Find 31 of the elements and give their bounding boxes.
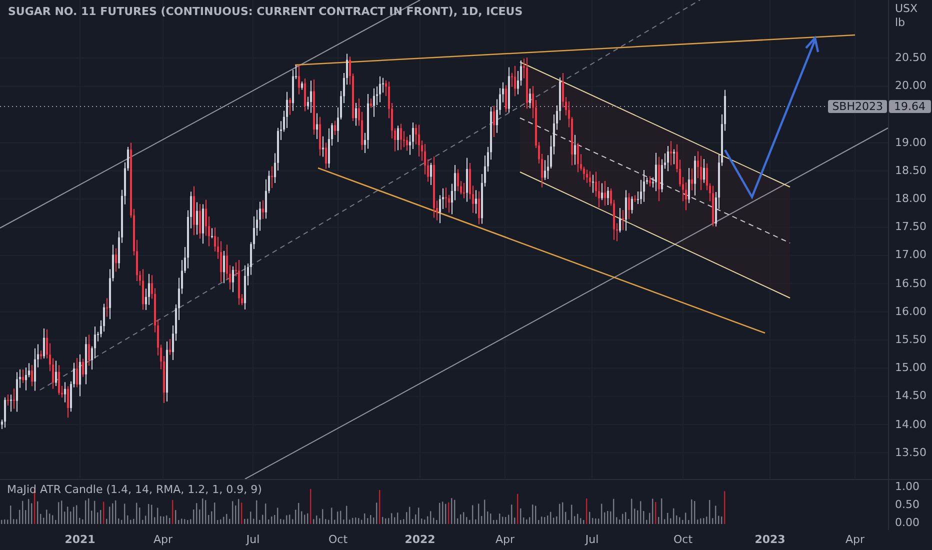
time-axis-label: Jul <box>585 532 599 548</box>
last-price-label: 19.64 <box>889 100 930 112</box>
price-axis-label: 17.50 <box>895 221 926 234</box>
time-axis-label: Apr <box>845 532 865 548</box>
price-axis-label: 15.00 <box>895 362 926 374</box>
time-axis-label: Oct <box>673 532 693 548</box>
indicator-axis-label: 1.00 <box>895 480 920 493</box>
price-axis-label: 18.50 <box>895 164 926 177</box>
time-axis-label: 2021 <box>64 532 96 548</box>
indicator-title: MaJid ATR Candle (1.4, 14, RMA, 1.2, 1, 0.9, 9) <box>7 482 262 498</box>
price-axis-label: 18.00 <box>895 193 926 205</box>
price-axis-label: 14.50 <box>895 390 926 402</box>
price-axis-label: 20.50 <box>895 52 926 64</box>
price-axis-label: 17.00 <box>895 249 926 262</box>
time-axis-label: 2023 <box>754 532 786 548</box>
time-axis-label: Oct <box>328 532 348 548</box>
indicator-axis-label: 0.00 <box>895 516 920 529</box>
time-axis-label: Apr <box>153 532 173 548</box>
price-axis-label: 16.00 <box>895 306 926 318</box>
symbol-label: SBH2023 <box>828 100 887 113</box>
price-axis-label: 20.00 <box>895 80 926 92</box>
price-axis-label: 19.00 <box>895 136 926 149</box>
indicator-axis-label: 0.50 <box>895 498 920 511</box>
price-axis-label: 15.50 <box>895 334 926 346</box>
price-axis-label: 16.50 <box>895 278 926 290</box>
price-axis-unit: USX lb <box>895 2 918 30</box>
price-axis-label: 13.50 <box>895 446 926 459</box>
time-axis-label: Apr <box>495 532 515 548</box>
time-axis-label: 2022 <box>404 532 436 548</box>
time-axis-label: Jul <box>246 532 260 548</box>
price-axis-label: 14.00 <box>895 418 926 431</box>
